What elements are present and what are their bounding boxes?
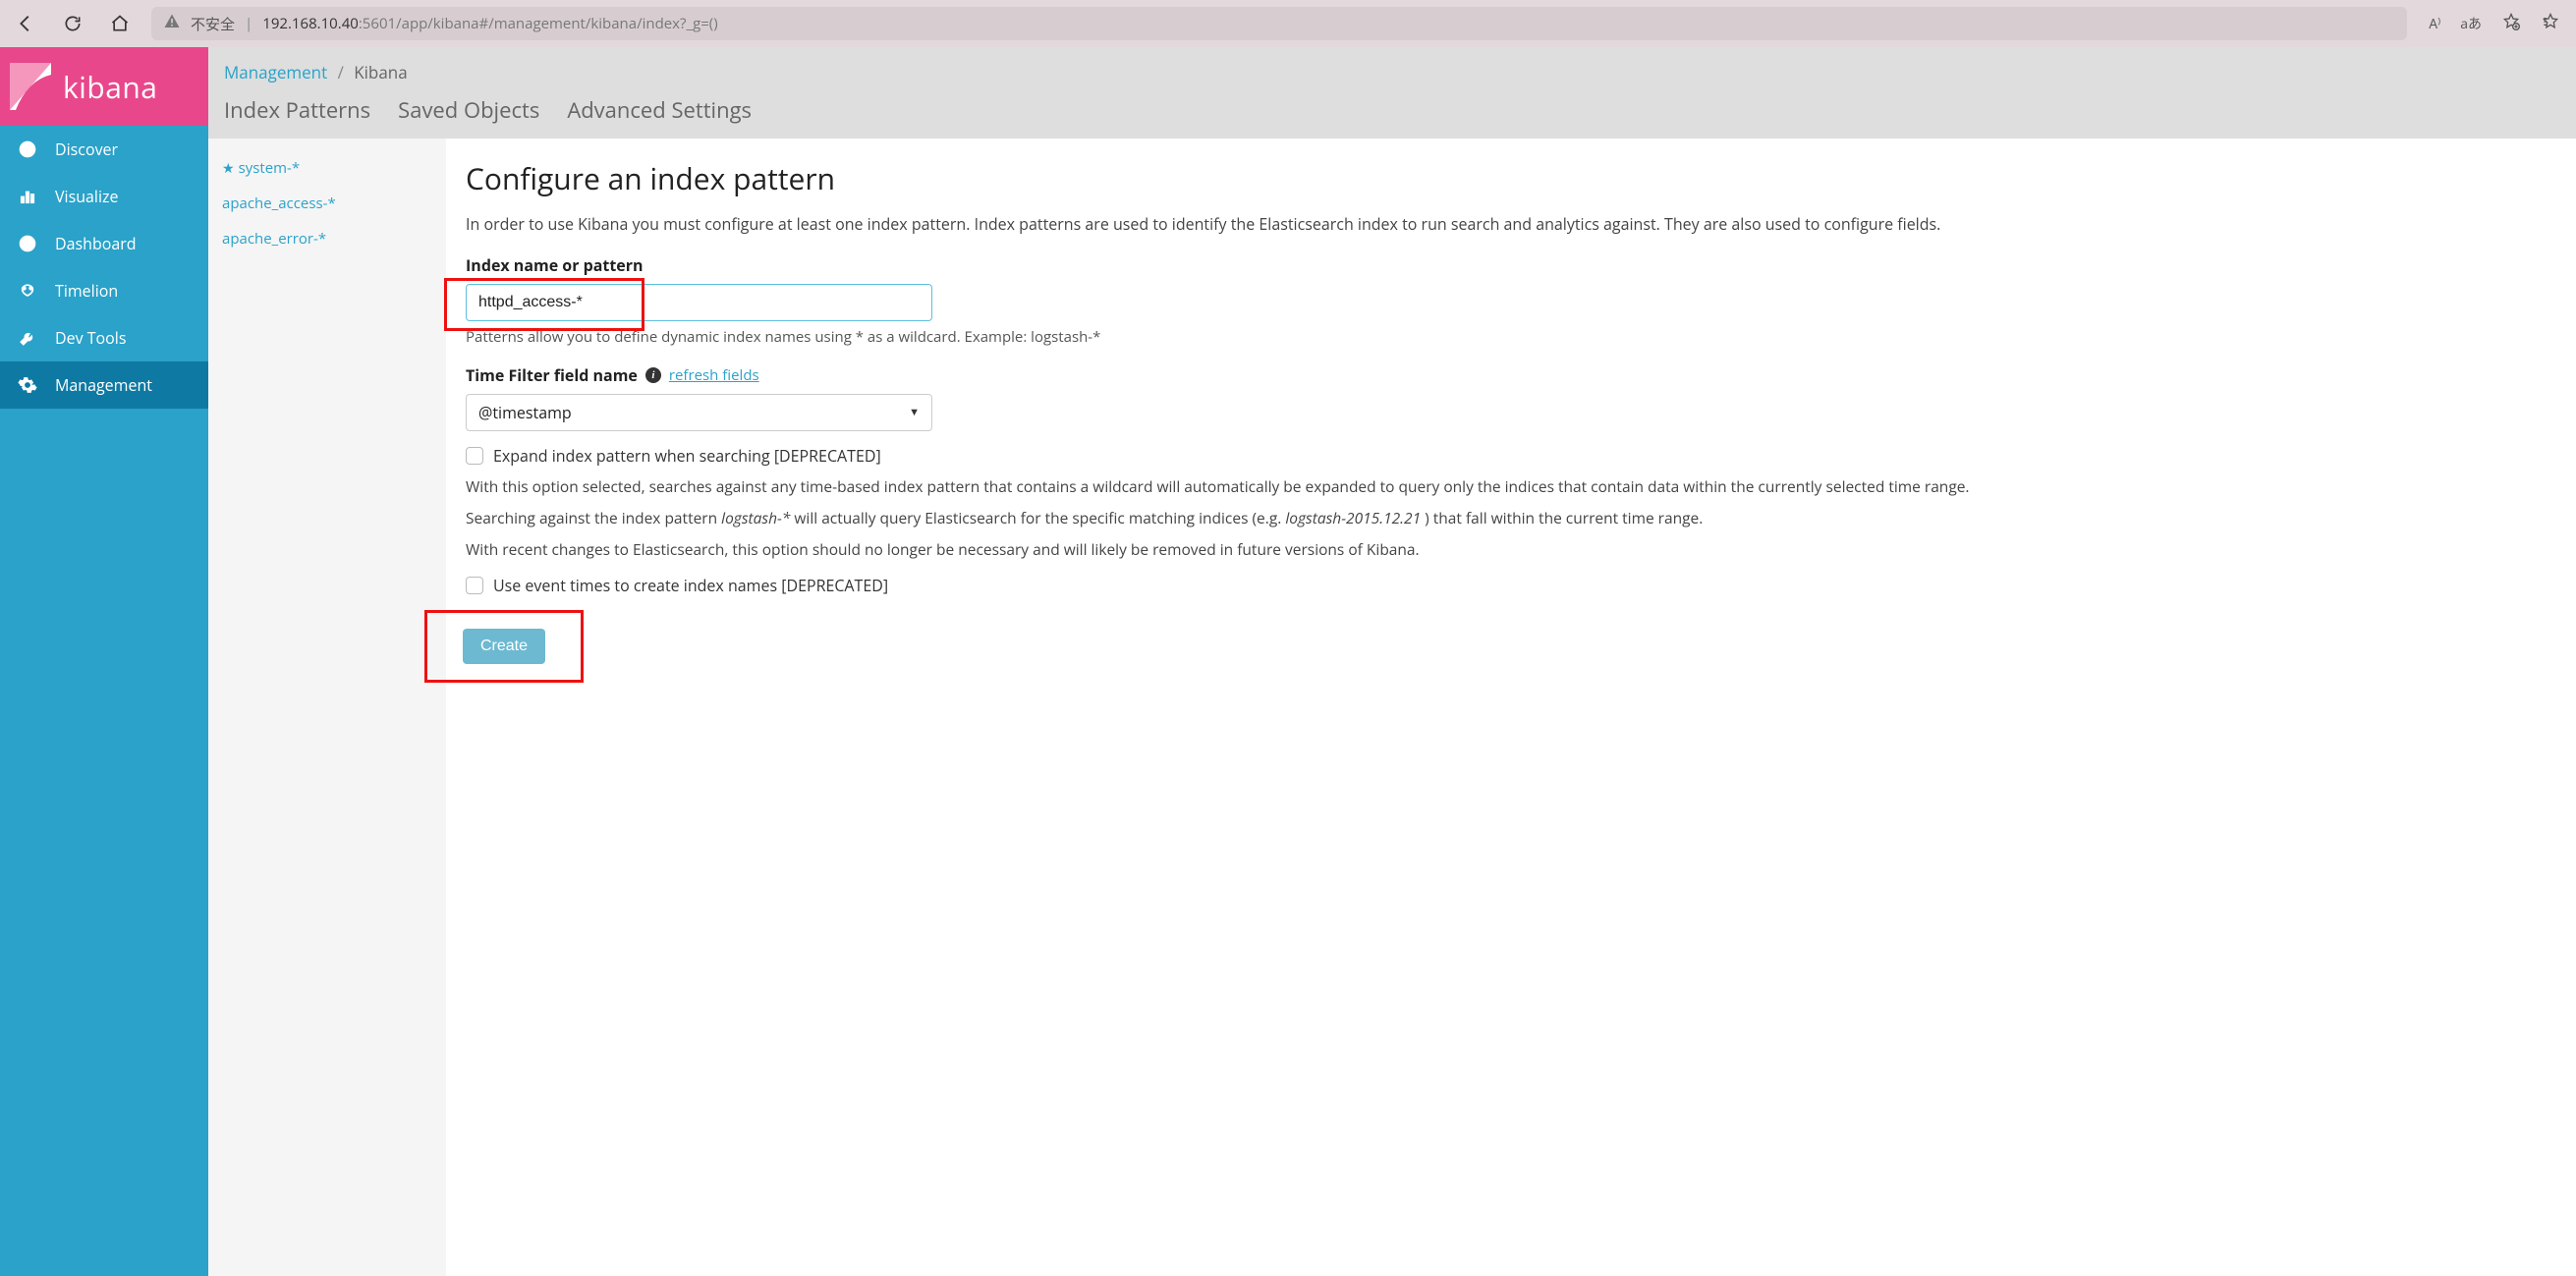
tab-index-patterns[interactable]: Index Patterns: [224, 95, 370, 129]
collections-icon[interactable]: [2541, 12, 2560, 36]
index-name-label: Index name or pattern: [466, 254, 2572, 276]
insecure-label: 不安全: [191, 14, 235, 34]
nav-label: Management: [55, 374, 152, 396]
nav-label: Discover: [55, 139, 118, 160]
nav-dashboard[interactable]: Dashboard: [0, 220, 208, 267]
tab-advanced-settings[interactable]: Advanced Settings: [567, 95, 752, 129]
nav: Discover Visualize Dashboard Timelion De…: [0, 126, 208, 409]
annotation-box-create: Create: [424, 610, 584, 683]
refresh-fields-link[interactable]: refresh fields: [669, 365, 759, 385]
home-button[interactable]: [104, 8, 136, 39]
chevron-down-icon: ▼: [909, 405, 920, 419]
main-column: Management / Kibana Index Patterns Saved…: [208, 47, 2576, 1276]
page-description: In order to use Kibana you must configur…: [466, 212, 2572, 237]
expand-help-3: With recent changes to Elasticsearch, th…: [466, 537, 2572, 561]
pattern-item-apache-error[interactable]: apache_error-*: [208, 221, 446, 256]
url-divider: |: [245, 14, 252, 33]
browser-toolbar: 不安全 | 192.168.10.40:5601/app/kibana#/man…: [0, 0, 2576, 47]
pattern-label: apache_error-*: [222, 229, 326, 249]
management-tabs: Index Patterns Saved Objects Advanced Se…: [224, 95, 2560, 129]
topbar: Management / Kibana Index Patterns Saved…: [208, 47, 2576, 139]
nav-label: Visualize: [55, 186, 118, 207]
bar-chart-icon: [18, 187, 37, 206]
nav-label: Dashboard: [55, 233, 137, 254]
expand-help-2: Searching against the index pattern logs…: [466, 506, 2572, 529]
event-times-checkbox-row[interactable]: Use event times to create index names [D…: [466, 575, 2572, 596]
index-pattern-list: ★ system-* apache_access-* apache_error-…: [208, 139, 446, 1276]
index-name-hint: Patterns allow you to define dynamic ind…: [466, 327, 2572, 347]
pattern-item-apache-access[interactable]: apache_access-*: [208, 186, 446, 221]
expand-label: Expand index pattern when searching [DEP…: [493, 445, 881, 467]
read-aloud-button[interactable]: A⁾: [2429, 15, 2440, 33]
nav-management[interactable]: Management: [0, 361, 208, 409]
info-icon[interactable]: i: [645, 367, 661, 383]
kibana-app: kibana Discover Visualize Dashboard Time…: [0, 47, 2576, 1276]
browser-right-controls: A⁾ aあ: [2423, 12, 2566, 36]
breadcrumb-management[interactable]: Management: [224, 61, 327, 83]
pattern-item-system[interactable]: ★ system-*: [208, 150, 446, 186]
index-name-input[interactable]: [466, 284, 932, 321]
insecure-icon: [163, 13, 181, 35]
favorite-add-icon[interactable]: [2501, 12, 2521, 36]
nav-discover[interactable]: Discover: [0, 126, 208, 173]
compass-icon: [18, 139, 37, 159]
event-times-label: Use event times to create index names [D…: [493, 575, 888, 596]
back-button[interactable]: [10, 8, 41, 39]
dashboard-icon: [18, 234, 37, 253]
time-filter-select[interactable]: @timestamp ▼: [466, 394, 932, 431]
star-icon: ★: [222, 159, 235, 178]
expand-help-1: With this option selected, searches agai…: [466, 474, 2572, 498]
url-text: 192.168.10.40:5601/app/kibana#/managemen…: [262, 14, 717, 33]
brand-name: kibana: [63, 67, 157, 107]
page-title: Configure an index pattern: [466, 158, 2572, 198]
pattern-label: system-*: [239, 158, 301, 178]
nav-timelion[interactable]: Timelion: [0, 267, 208, 314]
refresh-button[interactable]: [57, 8, 88, 39]
tab-saved-objects[interactable]: Saved Objects: [398, 95, 539, 129]
nav-devtools[interactable]: Dev Tools: [0, 314, 208, 361]
create-button[interactable]: Create: [463, 629, 545, 664]
content: ★ system-* apache_access-* apache_error-…: [208, 139, 2576, 1276]
breadcrumb: Management / Kibana: [224, 61, 2560, 83]
timelion-icon: [18, 281, 37, 301]
nav-visualize[interactable]: Visualize: [0, 173, 208, 220]
event-times-checkbox[interactable]: [466, 577, 483, 594]
expand-checkbox[interactable]: [466, 447, 483, 465]
nav-label: Dev Tools: [55, 327, 126, 349]
breadcrumb-sep: /: [338, 61, 344, 83]
form-area: Configure an index pattern In order to u…: [446, 139, 2576, 1276]
kibana-logo-icon: [10, 63, 51, 110]
nav-label: Timelion: [55, 280, 118, 302]
time-filter-label: Time Filter field name i refresh fields: [466, 364, 2572, 386]
address-bar[interactable]: 不安全 | 192.168.10.40:5601/app/kibana#/man…: [151, 7, 2407, 40]
logo-bar[interactable]: kibana: [0, 47, 208, 126]
translate-button[interactable]: aあ: [2460, 14, 2482, 33]
sidebar: kibana Discover Visualize Dashboard Time…: [0, 47, 208, 1276]
expand-checkbox-row[interactable]: Expand index pattern when searching [DEP…: [466, 445, 2572, 467]
breadcrumb-current: Kibana: [354, 61, 407, 83]
wrench-icon: [18, 328, 37, 348]
time-filter-value: @timestamp: [478, 402, 572, 423]
gear-icon: [18, 375, 37, 395]
pattern-label: apache_access-*: [222, 194, 336, 213]
